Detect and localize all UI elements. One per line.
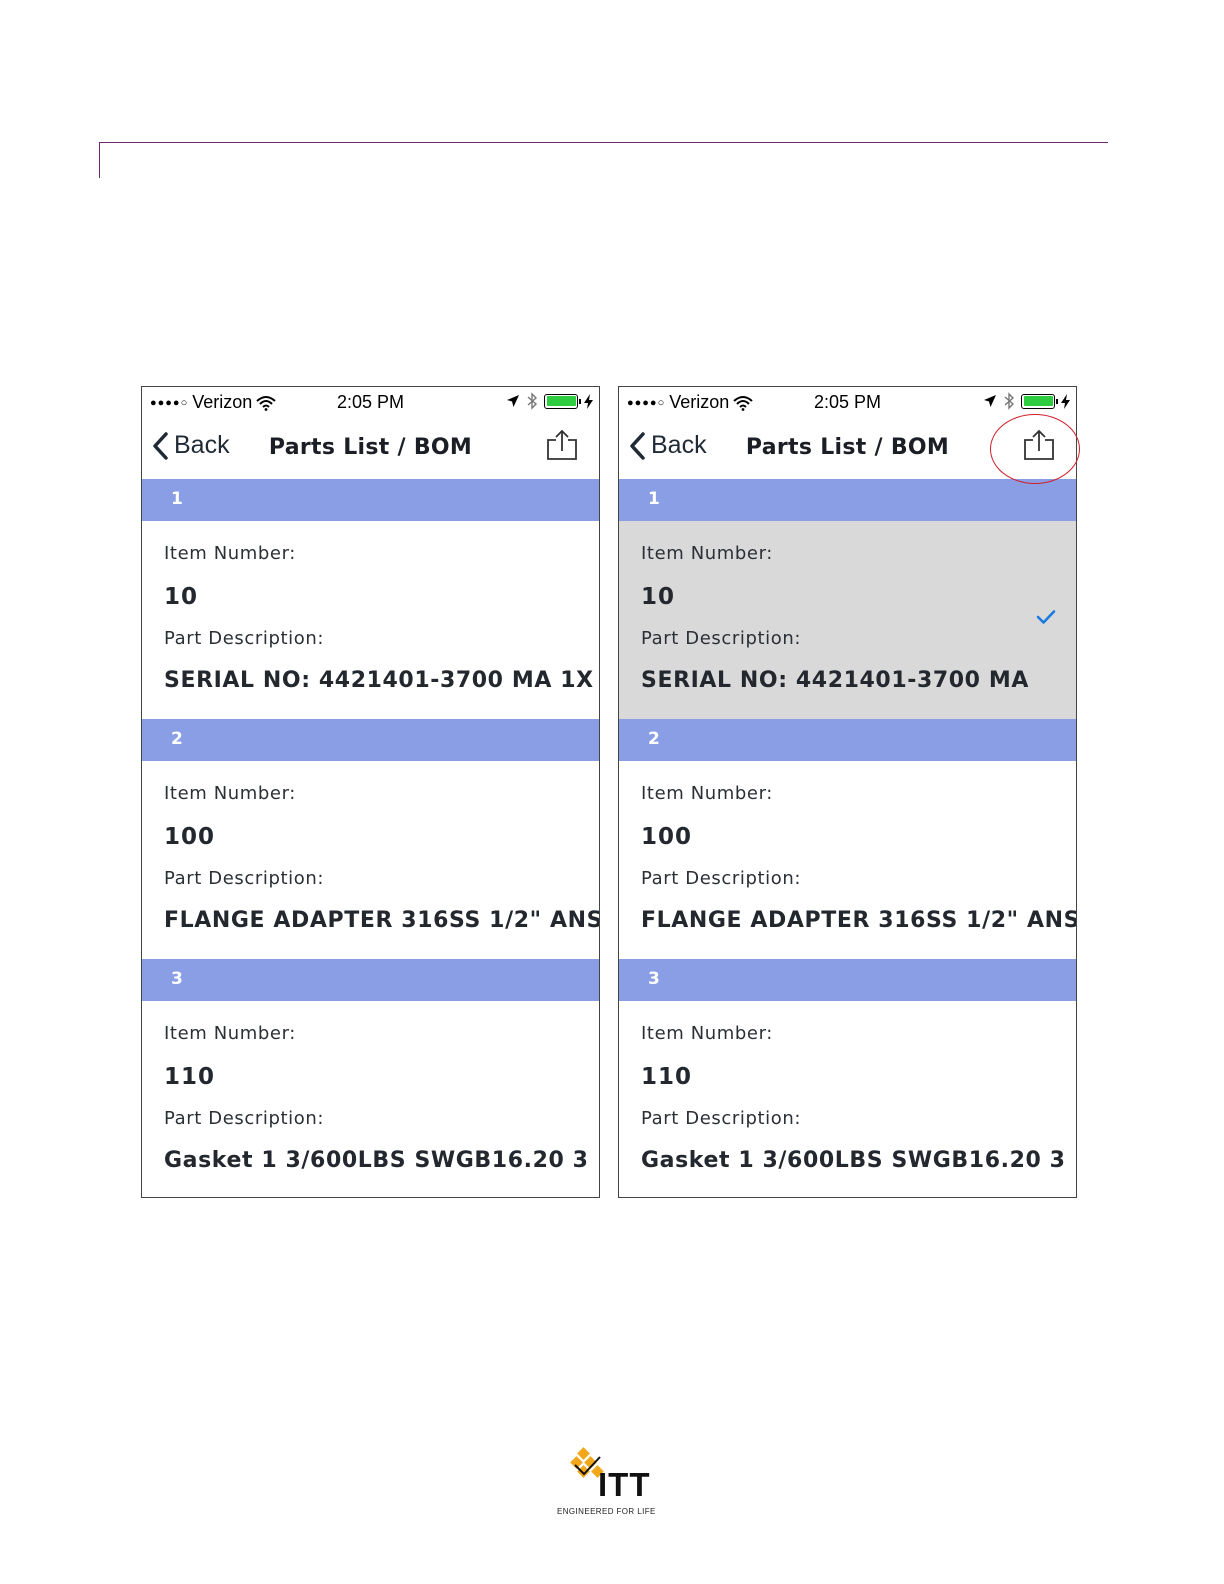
header-rule: [99, 142, 1108, 143]
part-description-value: Gasket 1 3/600LBS SWGB16.20 3: [641, 1148, 1066, 1173]
battery-icon: [1021, 393, 1058, 409]
phone-screenshot-right: ●●●●○ Verizon 2:05 PM Back Parts List / …: [618, 386, 1077, 1198]
part-row[interactable]: Item Number: 110 Part Description: Gaske…: [619, 1001, 1076, 1197]
item-number-value: 100: [164, 824, 216, 850]
item-number-value: 100: [641, 824, 693, 850]
part-description-label: Part Description:: [164, 868, 325, 889]
section-header: 3: [142, 959, 599, 1001]
battery-icon: [544, 393, 581, 409]
part-description-value: SERIAL NO: 4421401-3700 MA: [641, 668, 1029, 693]
brand-tagline: ENGINEERED FOR LIFE: [557, 1507, 656, 1516]
item-number-value: 10: [164, 584, 199, 610]
charging-bolt-icon: [1061, 393, 1070, 409]
item-number-label: Item Number:: [164, 543, 296, 564]
section-header: 3: [619, 959, 1076, 1001]
header-rule-tick: [99, 142, 100, 178]
status-bar: ●●●●○ Verizon 2:05 PM: [142, 387, 599, 419]
page-title: Parts List / BOM: [268, 435, 473, 460]
share-icon: [547, 429, 577, 460]
parts-list: 1 Item Number: 10 Part Description: SERI…: [142, 479, 599, 1197]
part-description-label: Part Description:: [641, 628, 802, 649]
item-number-label: Item Number:: [641, 783, 773, 804]
brand-name: ITT: [598, 1466, 651, 1503]
part-description-label: Part Description:: [641, 868, 802, 889]
item-number-value: 110: [164, 1064, 216, 1090]
item-number-label: Item Number:: [164, 783, 296, 804]
charging-bolt-icon: [584, 393, 593, 409]
part-description-value: FLANGE ADAPTER 316SS 1/2" ANS: [641, 908, 1077, 933]
location-arrow-icon: [507, 395, 519, 407]
parts-list: 1 Item Number: 10 Part Description: SERI…: [619, 479, 1076, 1197]
location-arrow-icon: [984, 395, 996, 407]
section-header: 1: [142, 479, 599, 521]
section-header: 2: [619, 719, 1076, 761]
navigation-bar: Back Parts List / BOM: [142, 419, 599, 479]
share-button[interactable]: [545, 429, 579, 465]
part-description-label: Part Description:: [641, 1108, 802, 1129]
part-description-value: FLANGE ADAPTER 316SS 1/2" ANS: [164, 908, 600, 933]
part-description-label: Part Description:: [164, 1108, 325, 1129]
part-description-value: SERIAL NO: 4421401-3700 MA 1X: [164, 668, 594, 693]
part-row[interactable]: Item Number: 110 Part Description: Gaske…: [142, 1001, 599, 1197]
item-number-label: Item Number:: [164, 1023, 296, 1044]
bluetooth-icon: [1004, 392, 1015, 410]
part-row-selected[interactable]: Item Number: 10 Part Description: SERIAL…: [619, 521, 1076, 719]
phone-screenshot-left: ●●●●○ Verizon 2:05 PM Back Parts List / …: [141, 386, 600, 1198]
section-header: 2: [142, 719, 599, 761]
bluetooth-icon: [527, 392, 538, 410]
part-row[interactable]: Item Number: 100 Part Description: FLANG…: [619, 761, 1076, 959]
item-number-value: 110: [641, 1064, 693, 1090]
checkmark-icon: [1036, 610, 1056, 624]
part-description-value: Gasket 1 3/600LBS SWGB16.20 3: [164, 1148, 589, 1173]
part-row[interactable]: Item Number: 100 Part Description: FLANG…: [142, 761, 599, 959]
part-description-label: Part Description:: [164, 628, 325, 649]
section-header: 1: [619, 479, 1076, 521]
item-number-label: Item Number:: [641, 543, 773, 564]
status-bar: ●●●●○ Verizon 2:05 PM: [619, 387, 1076, 419]
part-row[interactable]: Item Number: 10 Part Description: SERIAL…: [142, 521, 599, 719]
item-number-label: Item Number:: [641, 1023, 773, 1044]
item-number-value: 10: [641, 584, 676, 610]
share-highlight-annotation: [990, 414, 1080, 484]
